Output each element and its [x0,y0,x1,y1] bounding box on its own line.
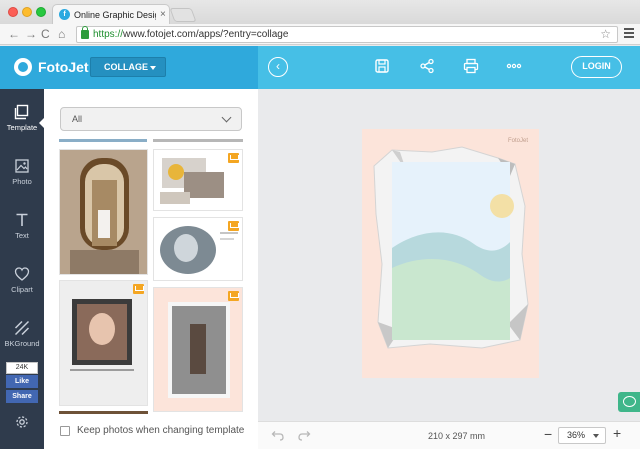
keep-photos-label: Keep photos when changing template [77,425,245,436]
reload-icon[interactable]: C [41,27,50,41]
caret-down-icon [593,434,599,438]
framed-portrait-image [60,281,147,405]
fotojet-logo[interactable]: FotoJet [14,58,89,76]
wedding-frame-image [60,150,147,274]
template-thumbnail-partial [59,411,148,414]
template-category-dropdown[interactable]: All [60,107,242,131]
caret-down-icon [150,66,156,70]
bottom-toolbar: 210 x 297 mm − 36% + [258,421,640,449]
scroll-indicator [153,139,243,142]
zoom-out-button[interactable]: − [544,426,552,442]
browser-tab[interactable]: f Online Graphic Designer | × [52,4,170,24]
keep-photos-checkbox[interactable] [60,425,70,436]
sidebar-item-label: Clipart [11,285,33,294]
minimize-window-button[interactable] [22,7,32,17]
sidebar-item-photo[interactable]: Photo [0,155,44,199]
lock-icon [81,26,89,39]
template-panel: All Keep photos when changing template [44,89,258,449]
share-icon[interactable] [419,58,435,74]
sidebar-item-clipart[interactable]: Clipart [0,263,44,307]
canvas-dimensions: 210 x 297 mm [428,431,486,441]
template-thumbnail[interactable] [59,149,148,275]
template-icon [14,104,29,120]
facebook-like-count: 24K [6,362,38,374]
curled-photo-thumbnail-image [154,288,242,411]
template-thumbnail[interactable] [153,149,243,211]
zoom-select[interactable]: 36% [558,427,606,444]
login-button[interactable]: LOGIN [571,56,622,78]
home-icon[interactable]: ⌂ [58,27,65,41]
heart-icon [14,267,30,281]
close-window-button[interactable] [8,7,18,17]
url-field[interactable]: https:// www.fotojet.com/apps/?entry=col… [76,26,618,43]
gear-icon[interactable] [15,415,29,429]
zoom-value: 36% [567,430,586,440]
photo-icon [15,159,29,173]
redo-icon[interactable] [298,429,312,441]
chat-support-icon[interactable] [618,392,640,412]
facebook-like-button[interactable]: Like [6,375,38,388]
back-arrow-icon[interactable]: ← [8,27,20,41]
maximize-window-button[interactable] [36,7,46,17]
template-thumbnail[interactable] [59,280,148,406]
category-value: All [72,114,83,124]
sidebar-item-text[interactable]: Text [0,209,44,253]
sidebar-item-label: Template [6,123,38,132]
url-scheme: https:// [93,29,124,40]
new-tab-button[interactable] [169,8,197,22]
text-icon [16,213,28,226]
facebook-widget: 24K Like Share [6,362,38,403]
back-icon[interactable]: ‹ [268,57,288,77]
brand-name: FotoJet [38,59,89,75]
premium-crown-icon [228,153,239,163]
premium-crown-icon [228,221,239,231]
template-thumbnail[interactable] [153,287,243,412]
sidebar-item-background[interactable]: BKGround [0,317,44,361]
premium-crown-icon [133,284,144,294]
undo-icon[interactable] [270,429,284,441]
app-header-left: FotoJet COLLAGE [0,46,258,89]
fotojet-favicon-icon: f [59,9,70,20]
more-icon[interactable] [506,58,522,74]
premium-crown-icon [228,291,239,301]
sidebar-item-label: Photo [12,177,32,186]
background-icon [14,320,30,336]
chevron-down-icon [221,112,232,123]
forward-arrow-icon[interactable]: → [25,27,37,41]
tab-title: Online Graphic Designer | [74,9,156,20]
url-path: www.fotojet.com/apps/?entry=collage [123,29,289,40]
sidebar-item-template[interactable]: Template [0,101,44,145]
close-tab-icon[interactable]: × [160,9,166,20]
browser-menu-icon[interactable] [624,28,634,40]
mode-dropdown[interactable]: COLLAGE [90,57,166,77]
mode-dropdown-label: COLLAGE [104,62,148,72]
sidebar-item-label: BKGround [4,339,40,348]
sidebar-item-label: Text [15,231,29,240]
zoom-in-button[interactable]: + [613,425,621,441]
facebook-share-button[interactable]: Share [6,390,38,403]
photo-placeholder-frame[interactable] [370,144,530,354]
fotojet-logo-icon [14,58,32,76]
print-icon[interactable] [463,58,479,74]
address-bar: ← → C ⌂ https:// www.fotojet.com/apps/?e… [0,24,640,45]
scroll-indicator [59,139,147,142]
keep-photos-option[interactable]: Keep photos when changing template [60,425,244,436]
template-thumbnail[interactable] [153,217,243,281]
browser-tab-bar: f Online Graphic Designer | × [0,0,640,24]
bookmark-star-icon[interactable]: ☆ [600,27,611,41]
save-icon[interactable] [374,58,390,74]
